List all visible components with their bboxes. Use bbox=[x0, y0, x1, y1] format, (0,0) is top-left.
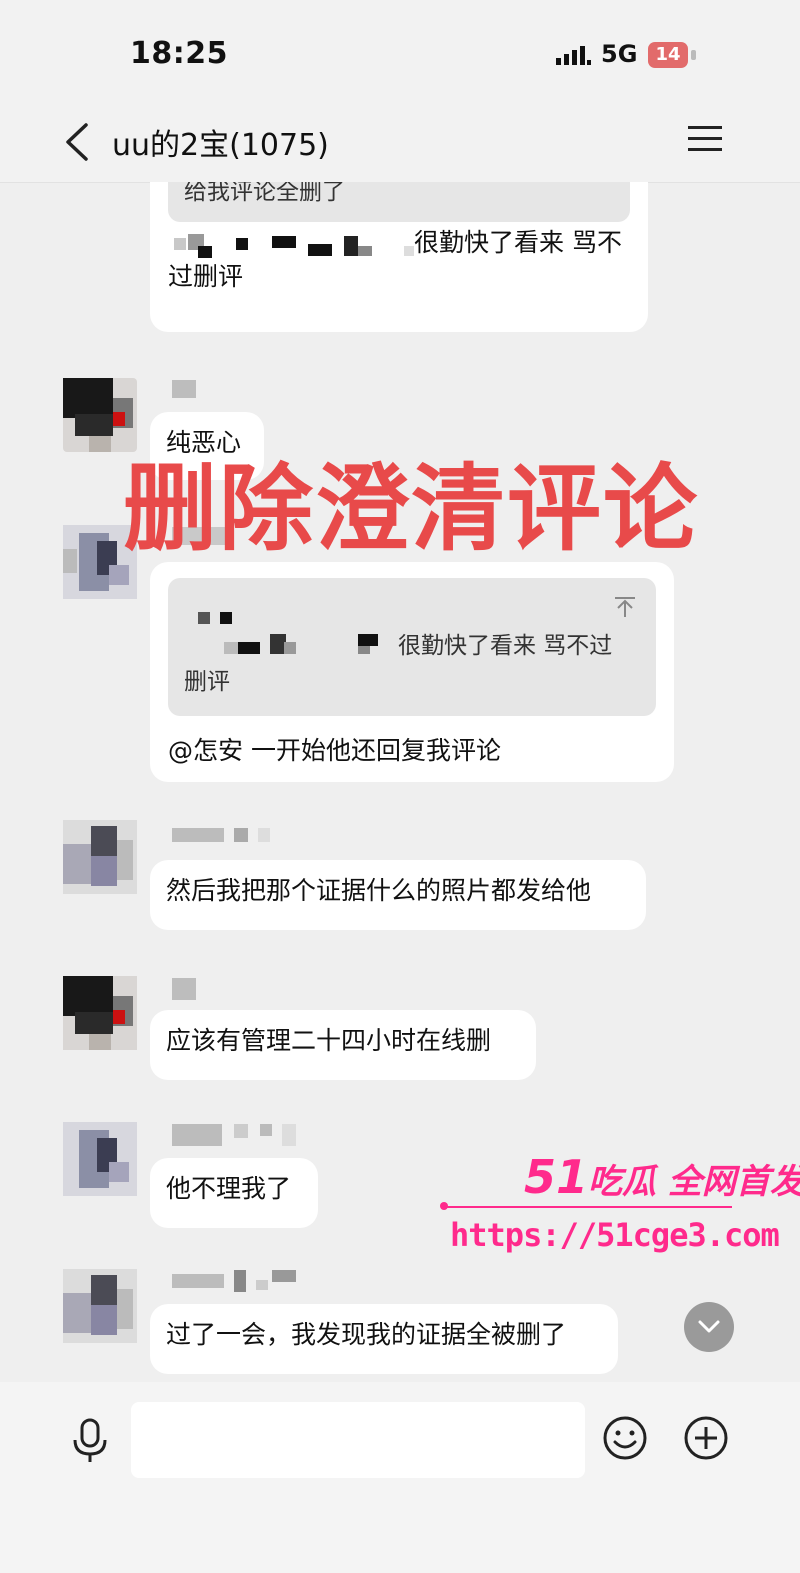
watermark-url: https://51cge3.com bbox=[450, 1216, 780, 1254]
message-text: 纯恶心 bbox=[166, 428, 242, 457]
battery-level: 14 bbox=[655, 44, 681, 65]
quoted-message: 给我评论全删了 bbox=[168, 182, 630, 222]
plus-circle-icon[interactable] bbox=[683, 1415, 729, 1461]
message-bubble[interactable]: 他不理我了 bbox=[150, 1158, 318, 1228]
network-type: 5G bbox=[601, 40, 638, 68]
message-bubble[interactable]: 应该有管理二十四小时在线删 bbox=[150, 1010, 536, 1080]
status-bar: 18:25 5G 14 bbox=[0, 0, 800, 100]
chevron-left-icon[interactable] bbox=[62, 122, 92, 162]
chevron-down-icon bbox=[698, 1320, 720, 1333]
message-bubble[interactable]: 很勤快了看来 骂不过 删评 @怎安 一开始他还回复我评论 bbox=[150, 562, 674, 782]
message-text: 过了一会，我发现我的证据全被删了 bbox=[166, 1320, 567, 1349]
microphone-icon[interactable] bbox=[72, 1418, 108, 1464]
message-text: 过删评 bbox=[168, 262, 244, 291]
battery-tip bbox=[691, 50, 696, 60]
quote-text: 给我评论全删了 bbox=[184, 182, 345, 205]
message-text: 他不理我了 bbox=[166, 1174, 292, 1203]
smiley-icon[interactable] bbox=[602, 1415, 648, 1461]
hamburger-menu-icon[interactable] bbox=[688, 124, 724, 154]
quote-text: 很勤快了看来 骂不过 bbox=[398, 633, 613, 659]
avatar[interactable] bbox=[63, 378, 137, 452]
message-text: @怎安 一开始他还回复我评论 bbox=[168, 736, 501, 765]
message-text: 应该有管理二十四小时在线删 bbox=[166, 1026, 492, 1055]
message-bubble[interactable]: 过了一会，我发现我的证据全被删了 bbox=[150, 1304, 618, 1374]
redacted-mosaic bbox=[174, 234, 414, 260]
chat-title: uu的2宝(1075) bbox=[112, 128, 329, 163]
watermark: 51吃瓜 全网首发 https://51cge3.com bbox=[440, 1150, 800, 1260]
avatar[interactable] bbox=[63, 1269, 137, 1343]
overlay-caption: 删除澄清评论 bbox=[123, 455, 700, 564]
watermark-line bbox=[442, 1206, 732, 1208]
chat-header: uu的2宝(1075) bbox=[0, 100, 800, 183]
status-time: 18:25 bbox=[130, 36, 228, 71]
battery-icon: 14 bbox=[648, 42, 688, 68]
scroll-to-bottom-button[interactable] bbox=[684, 1302, 734, 1352]
composer-bar bbox=[0, 1382, 800, 1573]
message-bubble[interactable]: 然后我把那个证据什么的照片都发给他 bbox=[150, 860, 646, 930]
pin-top-icon[interactable] bbox=[614, 596, 636, 618]
message-text: 然后我把那个证据什么的照片都发给他 bbox=[166, 876, 592, 905]
sender-name-redacted bbox=[172, 380, 196, 398]
quote-text: 删评 bbox=[184, 669, 230, 695]
message-bubble[interactable]: 给我评论全删了 很勤快了看来 骂不 过删评 bbox=[150, 182, 648, 332]
sender-name-redacted bbox=[172, 978, 196, 1000]
avatar[interactable] bbox=[63, 1122, 137, 1196]
message-text: 很勤快了看来 骂不 bbox=[414, 228, 622, 257]
watermark-brand-text: 吃瓜 全网首发 bbox=[588, 1162, 800, 1202]
avatar[interactable] bbox=[63, 820, 137, 894]
avatar[interactable] bbox=[63, 976, 137, 1050]
signal-icon bbox=[556, 46, 591, 65]
watermark-brand-number: 51 bbox=[524, 1150, 589, 1204]
message-input[interactable] bbox=[131, 1402, 585, 1478]
quoted-message: 很勤快了看来 骂不过 删评 bbox=[168, 578, 656, 716]
redacted-mosaic bbox=[198, 612, 378, 662]
watermark-brand: 51吃瓜 全网首发 bbox=[524, 1150, 800, 1204]
